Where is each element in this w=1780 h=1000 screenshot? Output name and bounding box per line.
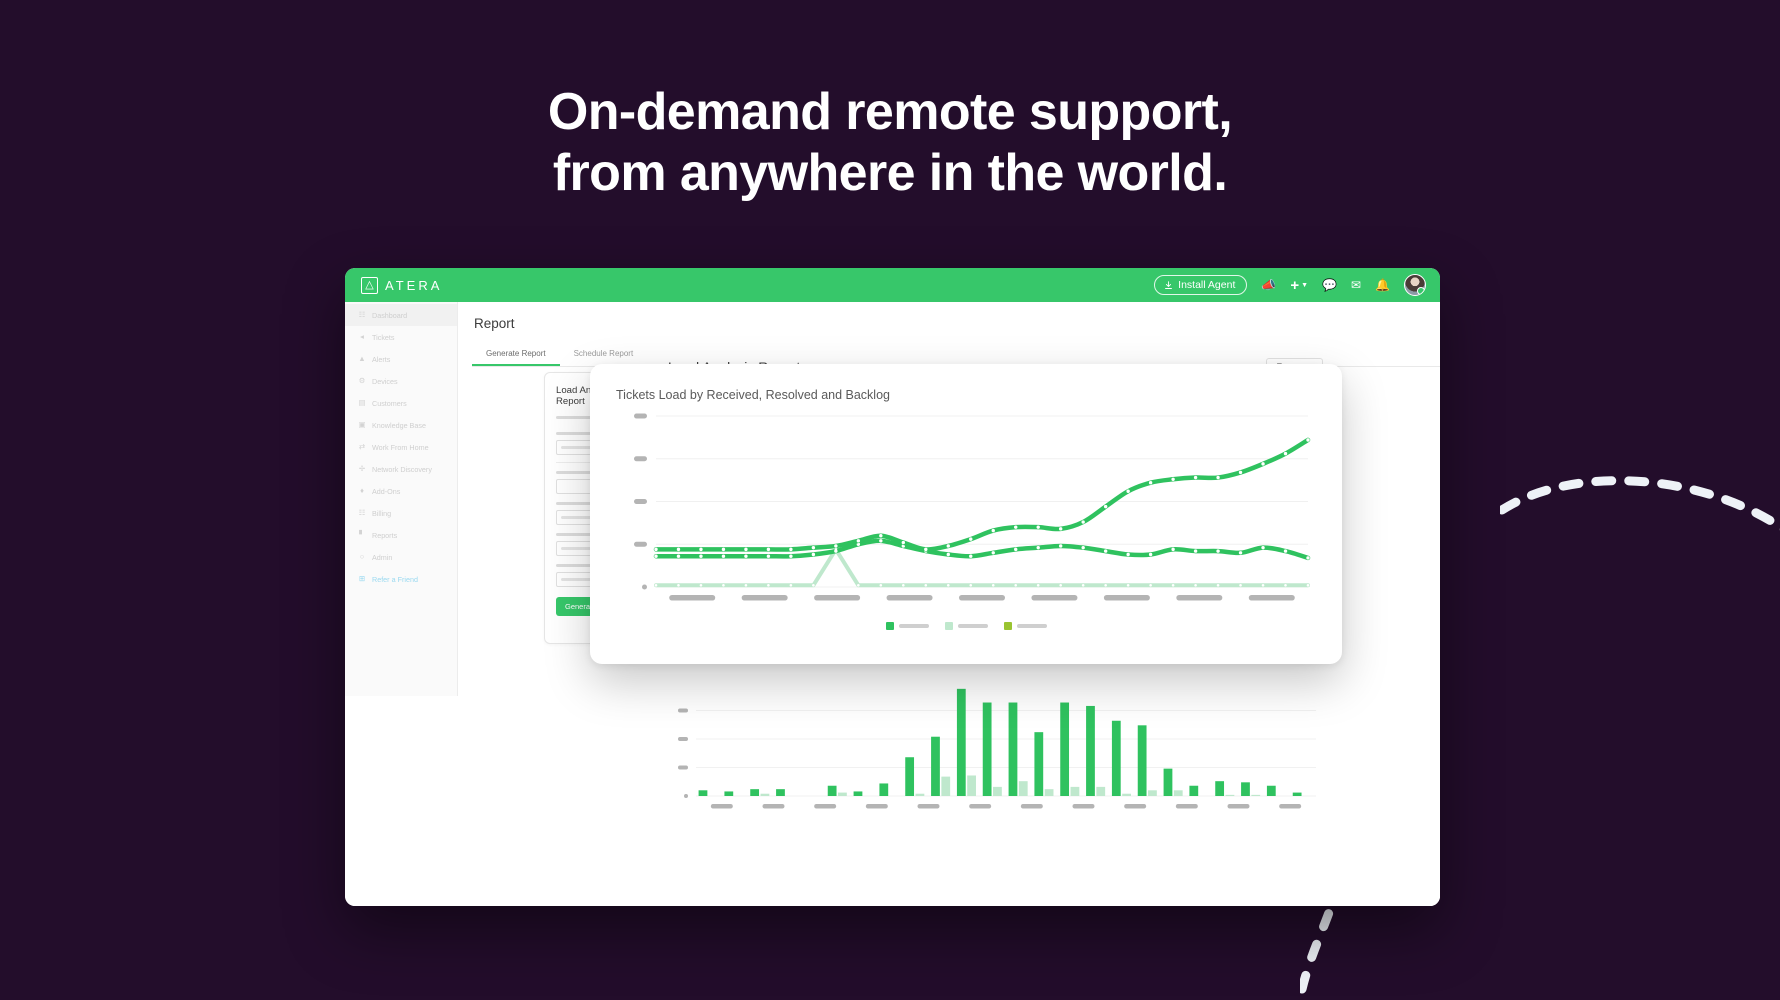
app-topbar: △ ATERA Install Agent 📣 + ▼ 💬 ✉ 🔔 <box>345 268 1440 302</box>
sidebar-item-alerts[interactable]: ▲ Alerts <box>345 348 457 370</box>
sidebar-item-label: Refer a Friend <box>372 574 418 584</box>
legend-label-placeholder <box>957 624 988 628</box>
legend-swatch-icon <box>885 622 894 630</box>
triangle-a-logo-icon: △ <box>361 276 378 294</box>
puzzle-icon: ♦ <box>360 486 364 496</box>
sidebar-item-label: Alerts <box>372 354 391 364</box>
megaphone-icon[interactable]: 📣 <box>1261 279 1276 291</box>
legend-item[interactable] <box>1003 622 1047 630</box>
sidebar-item-label: Knowledge Base <box>372 420 426 430</box>
gift-icon: ⊞ <box>358 574 366 584</box>
sidebar-item-tickets[interactable]: ◂ Tickets <box>345 326 457 348</box>
network-icon: ✢ <box>358 464 366 474</box>
chat-bubble-icon[interactable]: 💬 <box>1322 279 1337 291</box>
user-avatar[interactable] <box>1404 274 1426 296</box>
tag-icon: ◂ <box>360 332 364 342</box>
line-chart-card: Tickets Load by Received, Resolved and B… <box>590 364 1342 664</box>
dashboard-icon: ☷ <box>358 310 366 320</box>
plus-icon[interactable]: + ▼ <box>1290 278 1308 293</box>
sidebar-item-billing[interactable]: ☷ Billing <box>345 502 457 524</box>
app-logo[interactable]: △ ATERA <box>361 276 443 294</box>
bar-chart-svg <box>678 688 1316 809</box>
install-agent-label: Install Agent <box>1178 279 1236 291</box>
dashed-curve-right-decoration <box>1500 476 1780 533</box>
download-icon <box>1165 280 1173 289</box>
legend-label-placeholder <box>1016 624 1047 628</box>
sidebar-item-devices[interactable]: ⚙ Devices <box>345 370 457 392</box>
bar-chart <box>668 672 1328 820</box>
sidebar-item-label: Customers <box>372 398 407 408</box>
tab-label: Generate Report <box>486 349 546 358</box>
select-value-placeholder <box>561 547 593 550</box>
sidebar-item-network-discovery[interactable]: ✢ Network Discovery <box>345 458 457 480</box>
sidebar-item-label: Devices <box>372 376 398 386</box>
page-headline: On-demand remote support, from anywhere … <box>0 82 1780 204</box>
sidebar-item-label: Add-Ons <box>372 486 401 496</box>
select-value-placeholder <box>561 578 593 581</box>
chart-title: Tickets Load by Received, Resolved and B… <box>616 388 890 402</box>
sidebar-item-knowledge-base[interactable]: ▣ Knowledge Base <box>345 414 457 436</box>
sidebar-item-dashboard[interactable]: ☷ Dashboard <box>345 304 457 326</box>
book-icon: ▣ <box>358 420 366 430</box>
sidebar-item-refer-a-friend[interactable]: ⊞ Refer a Friend <box>345 568 457 590</box>
legend-item[interactable] <box>944 622 988 630</box>
chart-legend <box>616 622 1316 630</box>
sidebar-item-customers[interactable]: ▤ Customers <box>345 392 457 414</box>
bell-icon[interactable]: 🔔 <box>1375 279 1390 291</box>
tab-label: Schedule Report <box>573 349 634 358</box>
legend-swatch-icon <box>1003 622 1012 630</box>
sidebar: ☷ Dashboard ◂ Tickets ▲ Alerts ⚙ Devices… <box>345 302 458 696</box>
sidebar-item-add-ons[interactable]: ♦ Add-Ons <box>345 480 457 502</box>
topbar-actions: Install Agent 📣 + ▼ 💬 ✉ 🔔 <box>1154 274 1432 296</box>
sidebar-item-label: Dashboard <box>372 310 408 320</box>
headline-line-1: On-demand remote support, <box>547 83 1233 141</box>
legend-item[interactable] <box>885 622 929 630</box>
devices-icon: ⚙ <box>358 376 366 386</box>
sidebar-item-label: Reports <box>372 530 398 540</box>
envelope-icon[interactable]: ✉ <box>1351 279 1361 291</box>
chevron-down-icon: ▼ <box>1301 281 1309 289</box>
building-icon: ▤ <box>358 398 366 408</box>
install-agent-button[interactable]: Install Agent <box>1154 275 1248 295</box>
sidebar-item-label: Admin <box>372 552 393 562</box>
bar-chart-icon: ▘ <box>359 530 365 540</box>
select-value-placeholder <box>561 516 593 519</box>
sidebar-item-label: Tickets <box>372 332 395 342</box>
remote-desktop-icon: ⇄ <box>358 442 366 452</box>
tab-schedule-report[interactable]: Schedule Report <box>560 343 648 366</box>
headline-line-2: from anywhere in the world. <box>552 143 1228 202</box>
legend-label-placeholder <box>898 624 929 628</box>
tab-generate-report[interactable]: Generate Report <box>472 343 560 366</box>
sidebar-item-reports[interactable]: ▘ Reports <box>345 524 457 546</box>
sidebar-item-label: Work From Home <box>372 442 429 452</box>
legend-swatch-icon <box>944 622 953 630</box>
page-root: On-demand remote support, from anywhere … <box>0 0 1780 1000</box>
sidebar-item-label: Network Discovery <box>372 464 432 474</box>
line-chart-svg <box>634 413 1311 601</box>
logo-text: ATERA <box>385 277 443 293</box>
sidebar-item-label: Billing <box>372 508 392 518</box>
invoice-icon: ☷ <box>358 508 366 518</box>
sidebar-item-admin[interactable]: ○ Admin <box>345 546 457 568</box>
gear-icon: ○ <box>359 552 365 562</box>
page-title: Report <box>474 316 515 331</box>
warning-triangle-icon: ▲ <box>358 354 366 364</box>
sidebar-item-work-from-home[interactable]: ⇄ Work From Home <box>345 436 457 458</box>
